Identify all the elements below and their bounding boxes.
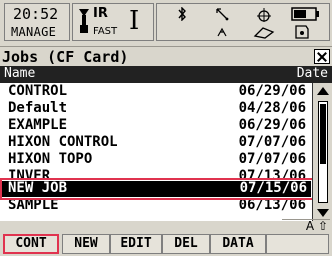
fast-label: FAST <box>93 26 118 37</box>
edit-button[interactable]: EDIT <box>110 234 162 254</box>
job-name: HIXON TOPO <box>8 151 93 167</box>
battery-icon <box>291 7 319 21</box>
job-date: 06/29/06 <box>238 83 306 99</box>
list-scrollbar[interactable] <box>312 83 332 221</box>
table-row[interactable]: SAMPLE 06/13/06 <box>0 200 312 214</box>
status-icons-panel <box>156 3 330 41</box>
time-mode-panel: 20:52 MANAGE <box>4 3 70 41</box>
job-name: SAMPLE <box>8 200 59 213</box>
delete-button[interactable]: DEL <box>162 234 210 254</box>
scroll-track[interactable] <box>318 101 328 203</box>
status-bar: 20:52 MANAGE IR FAST I <box>0 0 332 46</box>
table-row[interactable]: CONTROL 06/29/06 <box>0 83 312 101</box>
input-indicator-strip: A ⇧ <box>0 219 332 233</box>
tilt-icon <box>253 27 275 39</box>
data-button[interactable]: DATA <box>210 234 266 254</box>
job-date: 06/13/06 <box>238 200 306 213</box>
job-name: HIXON CONTROL <box>8 134 118 150</box>
window-titlebar: Jobs (CF Card) <box>0 46 332 66</box>
clock: 20:52 <box>13 5 59 23</box>
scroll-thumb[interactable] <box>320 104 326 164</box>
job-date: 07/07/06 <box>238 151 306 167</box>
bluetooth-icon <box>178 7 186 21</box>
job-list: CONTROL 06/29/06 Default 04/28/06 EXAMPL… <box>0 83 332 221</box>
column-header-date[interactable]: Date <box>297 66 328 81</box>
selection-outline <box>0 178 330 200</box>
table-row[interactable]: HIXON TOPO 07/07/06 <box>0 151 312 169</box>
mode-label: MANAGE <box>11 25 57 39</box>
signal-icon <box>216 8 229 21</box>
job-name: CONTROL <box>8 83 68 99</box>
selected-row-wrapper: NEW JOB 07/15/06 <box>0 178 332 200</box>
input-mode-indicator: A ⇧ <box>305 219 328 233</box>
page-title: Jobs (CF Card) <box>2 48 129 66</box>
antenna-icon <box>217 27 227 37</box>
job-manager-screen: 20:52 MANAGE IR FAST I Jobs (CF Card) Na… <box>0 0 332 256</box>
table-row[interactable]: Default 04/28/06 <box>0 100 312 118</box>
table-row[interactable]: EXAMPLE 06/29/06 <box>0 117 312 135</box>
column-header-name[interactable]: Name <box>4 66 35 81</box>
measure-mode-panel[interactable]: IR FAST I <box>72 3 154 41</box>
table-header: Name Date <box>0 66 332 83</box>
job-name: Default <box>8 100 68 116</box>
target-icon <box>257 8 271 22</box>
text-cursor-icon: I <box>129 6 140 36</box>
empty-softkey <box>266 234 329 254</box>
table-row[interactable]: HIXON CONTROL 07/07/06 <box>0 134 312 152</box>
softkey-bar: CONT NEW EDIT DEL DATA <box>0 233 332 256</box>
cont-button[interactable]: CONT <box>3 234 59 254</box>
close-icon[interactable] <box>314 49 330 64</box>
scroll-up-icon[interactable] <box>316 85 330 97</box>
job-date: 06/29/06 <box>238 117 306 133</box>
job-date: 04/28/06 <box>238 100 306 116</box>
job-name: EXAMPLE <box>8 117 68 133</box>
prism-icon <box>79 9 89 33</box>
scroll-down-icon[interactable] <box>316 207 330 219</box>
card-icon <box>295 25 309 39</box>
ir-label: IR <box>93 6 108 21</box>
job-date: 07/07/06 <box>238 134 306 150</box>
new-button[interactable]: NEW <box>62 234 110 254</box>
